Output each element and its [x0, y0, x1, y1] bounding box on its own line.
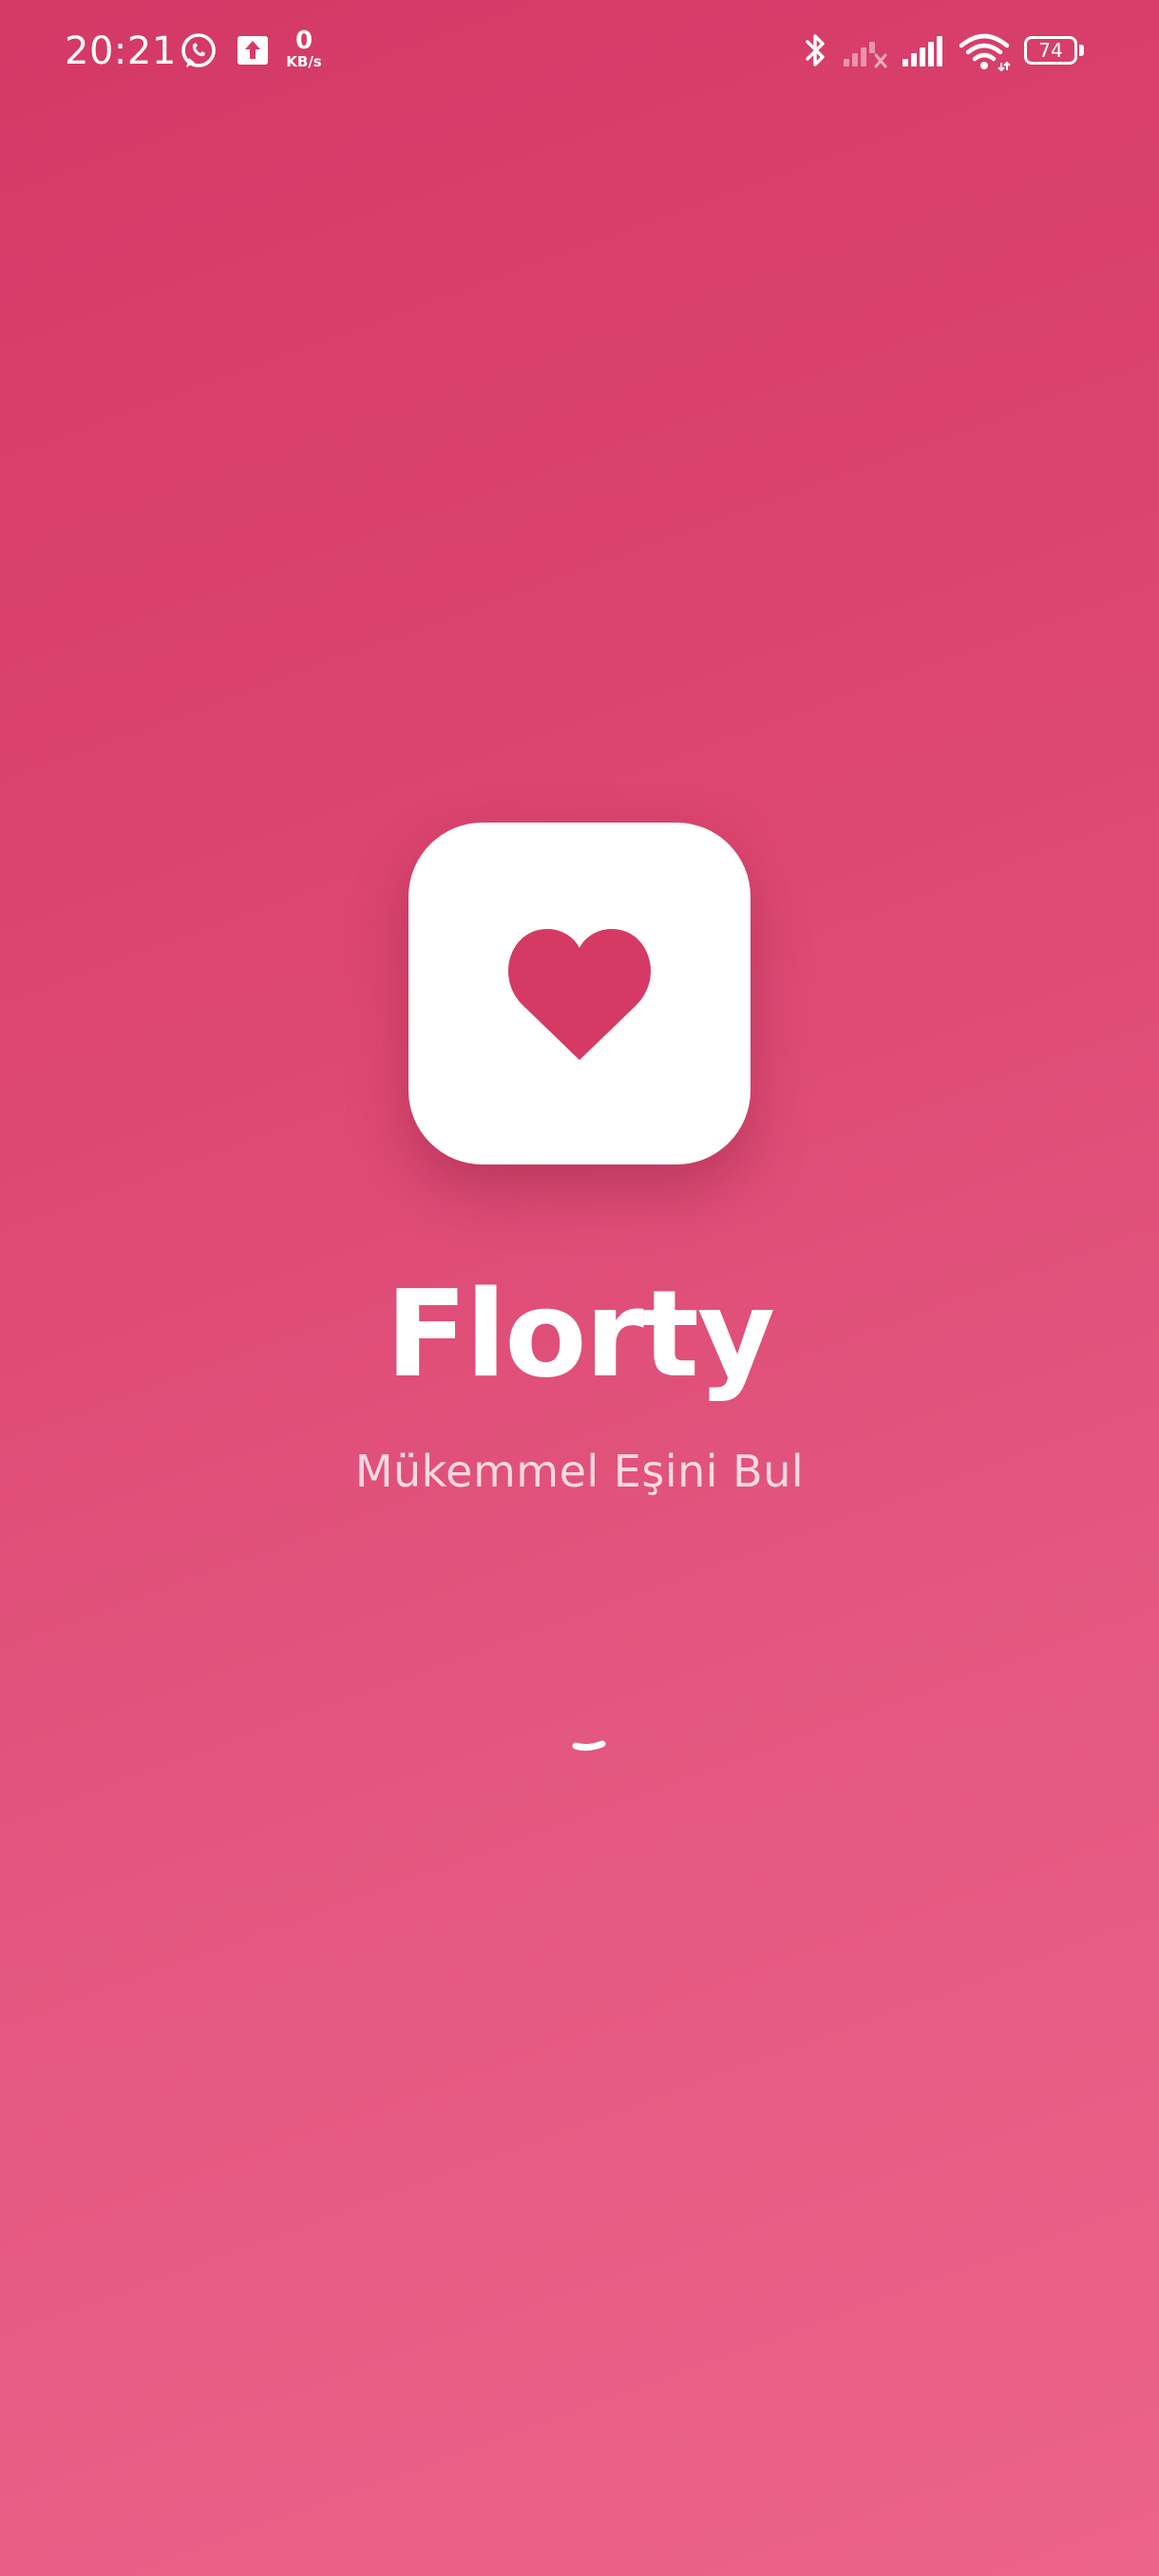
whatsapp-icon	[181, 33, 216, 67]
network-speed-value: 0	[294, 27, 314, 55]
tagline: Mükemmel Eşini Bul	[354, 1446, 805, 1497]
upload-icon	[238, 36, 268, 65]
battery-level: 74	[1038, 39, 1063, 62]
battery-tip	[1079, 45, 1084, 56]
signal-icon	[902, 36, 942, 66]
app-logo	[408, 823, 750, 1165]
status-time: 20:21	[65, 29, 177, 73]
heart-icon	[508, 928, 651, 1060]
loading-spinner	[572, 1740, 606, 1752]
status-bar: 20:21 0 KB/s 74	[0, 0, 1159, 104]
network-speed-unit: KB/s	[286, 53, 322, 70]
signal-no-service-icon	[844, 42, 887, 68]
battery-icon: 74	[1024, 36, 1084, 65]
wifi-icon	[959, 33, 1011, 72]
bluetooth-icon	[806, 34, 825, 66]
app-name: Florty	[385, 1264, 775, 1404]
network-speed: 0 KB/s	[283, 28, 325, 70]
